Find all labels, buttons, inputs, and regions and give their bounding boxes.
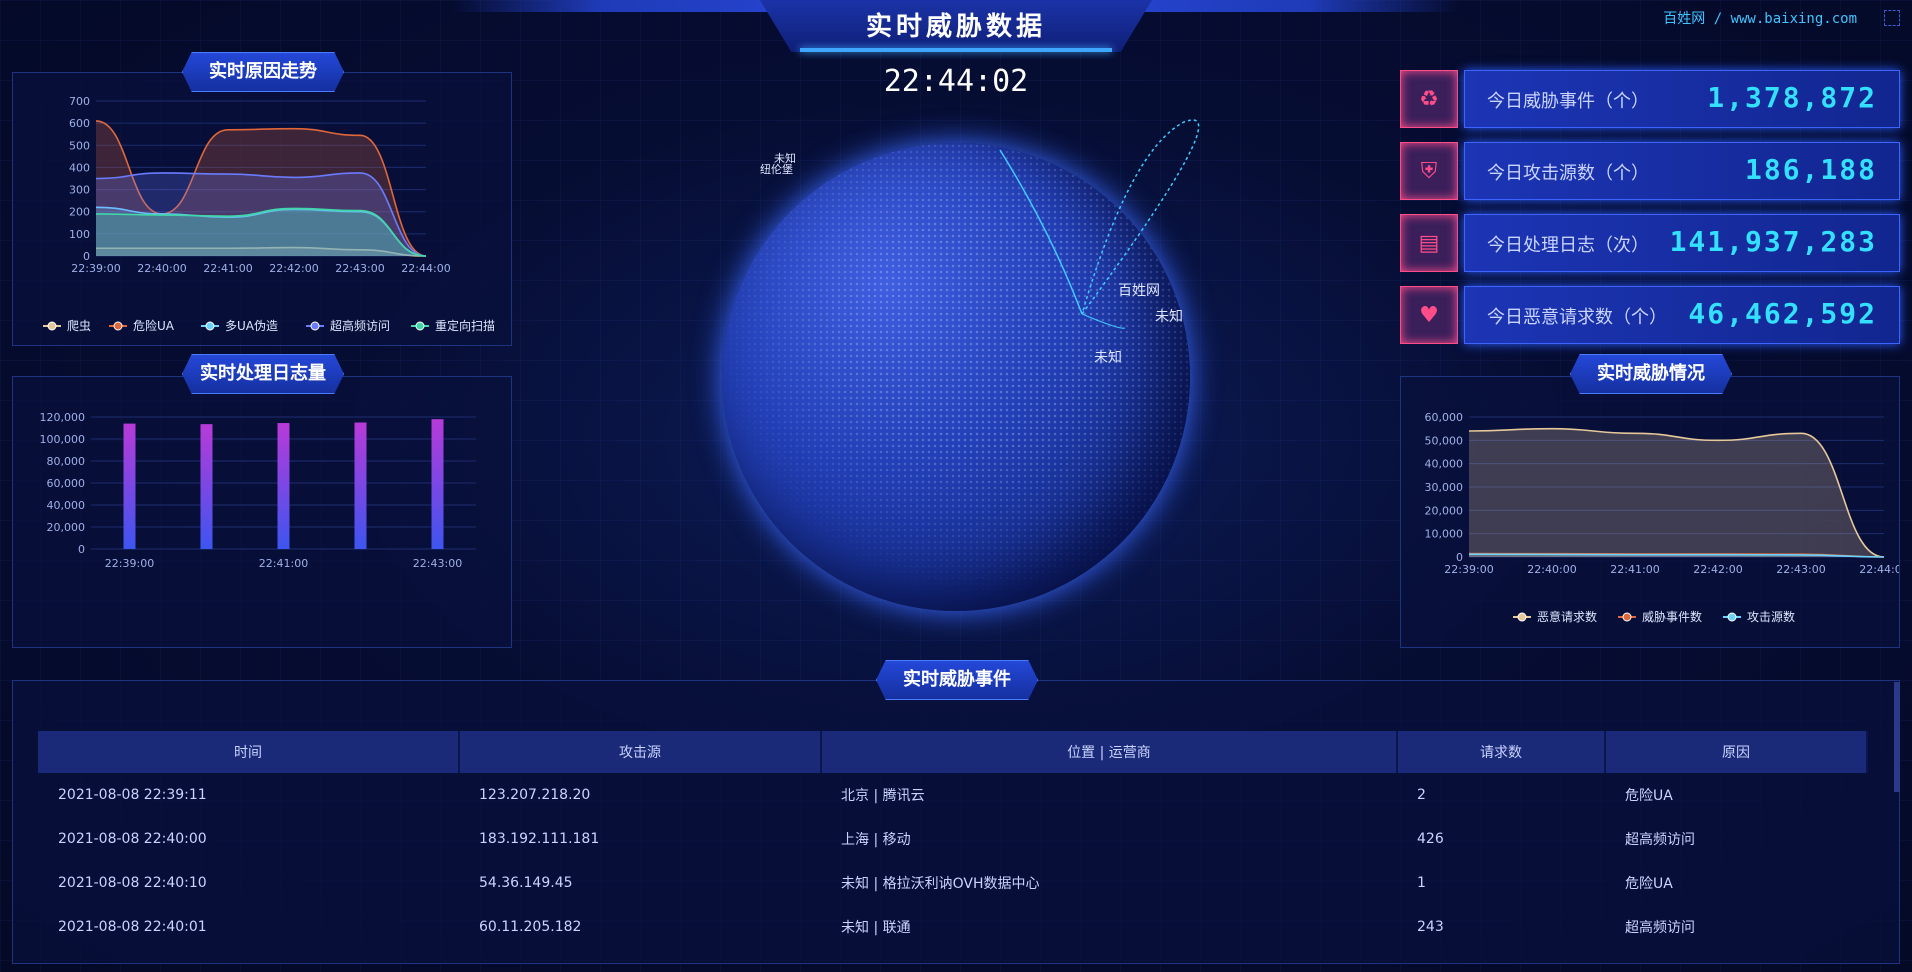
x-tick-label: 22:43:00 [1776,563,1825,576]
stat-value: 141,937,283 [1669,225,1877,258]
events-table: 时间 攻击源 位置 | 运营商 请求数 原因 2021-08-08 22:39:… [38,731,1868,949]
y-tick-label: 20,000 [1425,504,1464,517]
x-tick-label: 22:40:00 [1527,563,1576,576]
globe-label-nuremberg: 纽伦堡 [760,163,793,176]
cell-location: 未知 | 格拉沃利讷OVH数据中心 [841,876,1040,892]
cell-location: 上海 | 移动 [841,832,911,848]
stat-malicious-requests: 今日恶意请求数（个） 46,462,592 [1464,286,1900,344]
stat-label: 今日攻击源数（个） [1487,163,1649,184]
threat-status-title: 实时威胁情况 [1570,354,1732,394]
column-header: 位置 | 运营商 [821,731,1398,773]
stat-label: 今日威胁事件（个） [1487,91,1649,112]
cell-time: 2021-08-08 22:40:00 [58,831,207,847]
table-header-row: 时间 攻击源 位置 | 运营商 请求数 原因 [38,731,1868,773]
legend-label: 恶意请求数 [1537,609,1597,624]
series-area [1469,428,1884,557]
column-header: 攻击源 [459,731,822,773]
table-row[interactable]: 2021-08-08 22:40:10 54.36.149.45 未知 | 格拉… [38,861,1867,905]
cell-requests: 1 [1417,875,1426,891]
globe-label-baixing: 百姓网 [1118,283,1160,299]
stat-value: 1,378,872 [1707,81,1877,114]
cell-requests: 2 [1417,787,1426,803]
stat-label: 今日恶意请求数（个） [1487,307,1667,328]
cell-requests: 243 [1417,919,1444,935]
table-row[interactable]: 2021-08-08 22:40:00 183.192.111.181 上海 |… [38,817,1867,861]
cell-source: 123.207.218.20 [479,787,591,803]
recycle-icon: ♻ [1400,70,1458,128]
cell-reason: 超高频访问 [1625,920,1695,936]
stat-value: 186,188 [1744,153,1877,186]
stat-attack-sources: 今日攻击源数（个） 186,188 [1464,142,1900,200]
document-icon: ▤ [1400,214,1458,272]
column-header: 原因 [1605,731,1868,773]
stat-processed-logs: 今日处理日志（次） 141,937,283 [1464,214,1900,272]
threat-status-chart: 010,00020,00030,00040,00050,00060,00022:… [1425,411,1909,624]
stat-value: 46,462,592 [1688,297,1877,330]
legend-label: 攻击源数 [1747,609,1795,624]
y-tick-label: 50,000 [1425,434,1464,447]
legend-marker [1727,612,1737,622]
legend-label: 威胁事件数 [1642,609,1702,624]
legend-marker [1622,612,1632,622]
table-scrollbar[interactable] [1894,682,1900,792]
x-tick-label: 22:39:00 [1444,563,1493,576]
cell-location: 未知 | 联通 [841,920,911,936]
shield-icon: ⛨ [1400,142,1458,200]
cell-reason: 危险UA [1625,788,1673,804]
cell-requests: 426 [1417,831,1444,847]
cell-reason: 危险UA [1625,876,1673,892]
globe-label-unknown: 未知 [1155,309,1183,325]
column-header: 请求数 [1397,731,1606,773]
y-tick-label: 40,000 [1425,458,1464,471]
events-title: 实时威胁事件 [876,660,1038,700]
cell-source: 54.36.149.45 [479,875,573,891]
x-tick-label: 22:44:00 [1859,563,1899,576]
x-tick-label: 22:42:00 [1693,563,1742,576]
cell-source: 60.11.205.182 [479,919,582,935]
y-tick-label: 30,000 [1425,481,1464,494]
cell-location: 北京 | 腾讯云 [841,788,925,804]
column-header: 时间 [38,731,460,773]
y-tick-label: 60,000 [1425,411,1464,424]
cell-time: 2021-08-08 22:40:10 [58,875,207,891]
table-row[interactable]: 2021-08-08 22:39:11 123.207.218.20 北京 | … [38,773,1867,817]
cell-source: 183.192.111.181 [479,831,600,847]
table-row[interactable]: 2021-08-08 22:40:01 60.11.205.182 未知 | 联… [38,905,1867,949]
legend-marker [1517,612,1527,622]
stat-label: 今日处理日志（次） [1487,235,1649,256]
y-tick-label: 10,000 [1425,528,1464,541]
x-tick-label: 22:41:00 [1610,563,1659,576]
cell-time: 2021-08-08 22:39:11 [58,787,207,803]
globe-label-unknown: 未知 [1094,350,1122,366]
cell-time: 2021-08-08 22:40:01 [58,919,207,935]
cell-reason: 超高频访问 [1625,832,1695,848]
stat-threat-events: 今日威胁事件（个） 1,378,872 [1464,70,1900,128]
threat-status-panel: 0 10,000 20,000 30,000 40,000 50,000 60,000 22:… [1400,376,1909,648]
heartbeat-icon: ♥ [1400,286,1458,344]
